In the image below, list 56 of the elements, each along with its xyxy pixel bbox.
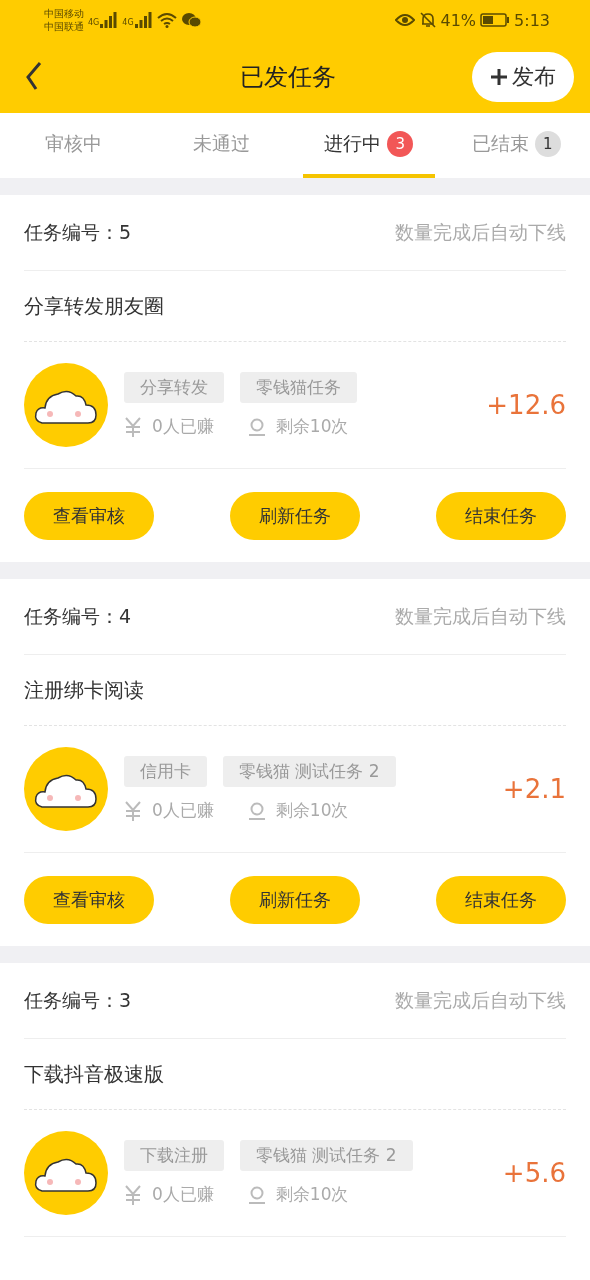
task-title: 注册绑卡阅读 bbox=[24, 676, 144, 704]
count-badge: 3 bbox=[387, 130, 414, 157]
remaining-count: 剩余10次 bbox=[275, 415, 349, 438]
task-number: 任务编号：3 bbox=[24, 987, 132, 1013]
action-button[interactable]: 查看审核 bbox=[24, 875, 154, 924]
task-note: 数量完成后自动下线 bbox=[395, 987, 566, 1013]
tab[interactable]: 进行中 3 bbox=[303, 113, 435, 178]
task-note: 数量完成后自动下线 bbox=[395, 603, 566, 629]
earned-count: 0人已赚 bbox=[152, 1183, 214, 1206]
page-title: 已发任务 bbox=[239, 61, 337, 93]
action-button[interactable]: 刷新任务 bbox=[230, 875, 360, 924]
publish-button[interactable]: 发布 bbox=[472, 51, 574, 102]
action-button[interactable]: 刷新任务 bbox=[230, 491, 360, 540]
signal-icon bbox=[134, 12, 153, 28]
task-tag: 零钱猫任务 bbox=[240, 372, 357, 403]
task-note: 数量完成后自动下线 bbox=[395, 219, 566, 245]
task-tag: 信用卡 bbox=[124, 756, 207, 787]
task-title: 分享转发朋友圈 bbox=[24, 292, 164, 320]
tab[interactable]: 已结束 1 bbox=[450, 113, 582, 178]
count-badge: 1 bbox=[534, 130, 561, 157]
chat-icon bbox=[180, 12, 201, 28]
carrier-label: 中国联通 bbox=[44, 20, 84, 33]
task-number: 任务编号：4 bbox=[24, 603, 132, 629]
carrier-label: 中国移动 bbox=[44, 7, 84, 20]
wifi-icon bbox=[156, 12, 177, 28]
network-label: 4G bbox=[88, 18, 100, 27]
yuan-icon bbox=[124, 1184, 142, 1205]
task-tag: 零钱猫 测试任务 2 bbox=[240, 1140, 413, 1171]
person-icon bbox=[247, 416, 266, 437]
task-tag: 零钱猫 测试任务 2 bbox=[223, 756, 396, 787]
action-button[interactable]: 结束任务 bbox=[436, 491, 566, 540]
task-title: 下载抖音极速版 bbox=[24, 1060, 164, 1088]
task-number: 任务编号：5 bbox=[24, 219, 132, 245]
battery-icon bbox=[480, 13, 511, 27]
eye-icon bbox=[394, 13, 415, 27]
person-icon bbox=[247, 800, 266, 821]
network-label: 4G bbox=[122, 18, 134, 27]
reward-amount: +5.6 bbox=[502, 1158, 566, 1188]
yuan-icon bbox=[124, 800, 142, 821]
plus-icon bbox=[490, 67, 508, 86]
reward-amount: +12.6 bbox=[486, 390, 566, 420]
bell-off-icon bbox=[418, 11, 437, 29]
remaining-count: 剩余10次 bbox=[275, 1183, 349, 1206]
task-tag: 下载注册 bbox=[124, 1140, 224, 1171]
clock-time: 5:13 bbox=[514, 10, 550, 30]
reward-amount: +2.1 bbox=[502, 774, 566, 804]
action-button[interactable]: 结束任务 bbox=[436, 875, 566, 924]
signal-icon bbox=[100, 12, 119, 28]
person-icon bbox=[247, 1184, 266, 1205]
task-tag: 分享转发 bbox=[124, 372, 224, 403]
earned-count: 0人已赚 bbox=[152, 799, 214, 822]
battery-percent: 41% bbox=[440, 10, 477, 30]
action-button[interactable]: 查看审核 bbox=[24, 491, 154, 540]
remaining-count: 剩余10次 bbox=[275, 799, 349, 822]
yuan-icon bbox=[124, 416, 142, 437]
earned-count: 0人已赚 bbox=[152, 415, 214, 438]
